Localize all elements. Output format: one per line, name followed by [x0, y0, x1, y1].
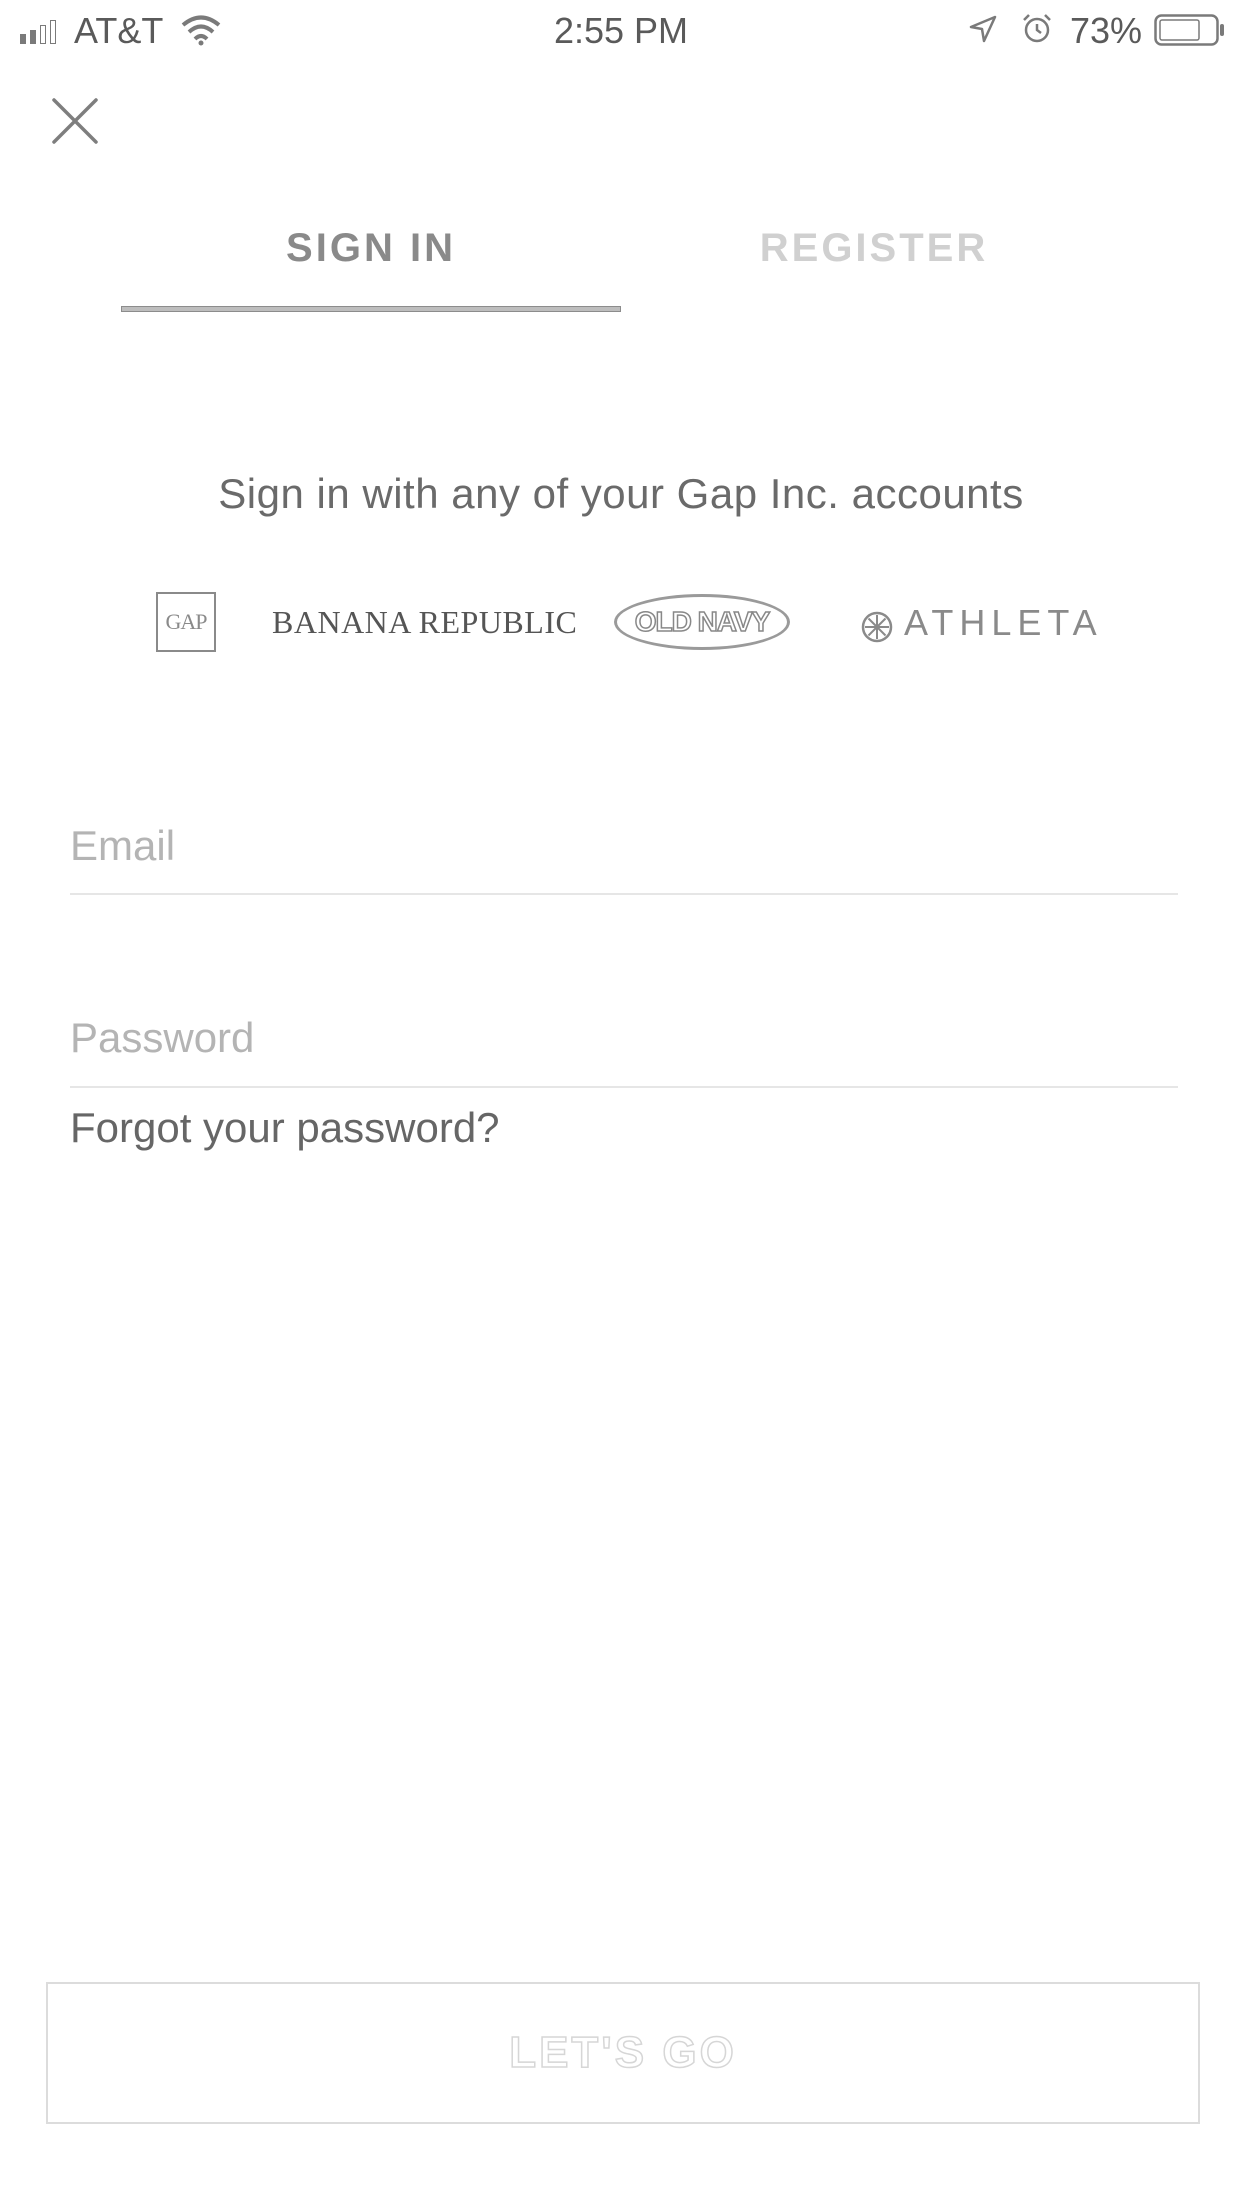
- lets-go-button[interactable]: LET'S GO: [46, 1982, 1200, 2124]
- gap-logo-text: GAP: [165, 609, 207, 634]
- password-field[interactable]: [70, 1010, 1178, 1066]
- forgot-password-link[interactable]: Forgot your password?: [70, 1104, 500, 1152]
- tab-register[interactable]: REGISTER: [624, 226, 1124, 271]
- password-underline: [70, 1086, 1178, 1088]
- active-tab-indicator: [121, 306, 621, 312]
- location-icon: [969, 15, 997, 43]
- lets-go-label: LET'S GO: [508, 2027, 737, 2078]
- alarm-icon: [1023, 14, 1051, 43]
- sign-in-subtitle: Sign in with any of your Gap Inc. accoun…: [218, 470, 1024, 517]
- close-icon: [52, 98, 98, 144]
- athleta-mark-icon: [861, 611, 893, 643]
- close-button[interactable]: [48, 94, 102, 148]
- banana-republic-logo: BANANA REPUBLIC: [272, 604, 578, 640]
- battery-percentage: 73%: [1070, 10, 1143, 51]
- gap-logo: GAP: [156, 592, 216, 652]
- old-navy-logo-text: OLD NAVY: [634, 605, 771, 638]
- athleta-logo: ATHLETA: [904, 602, 1103, 643]
- old-navy-logo: OLD NAVY: [614, 594, 790, 650]
- battery-icon: [1154, 14, 1224, 46]
- email-underline: [70, 893, 1178, 895]
- status-bar: AT&T 2:55 PM 73%: [0, 0, 1242, 62]
- email-field[interactable]: [70, 818, 1178, 874]
- tab-sign-in[interactable]: SIGN IN: [121, 226, 621, 271]
- status-time: 2:55 PM: [553, 10, 689, 51]
